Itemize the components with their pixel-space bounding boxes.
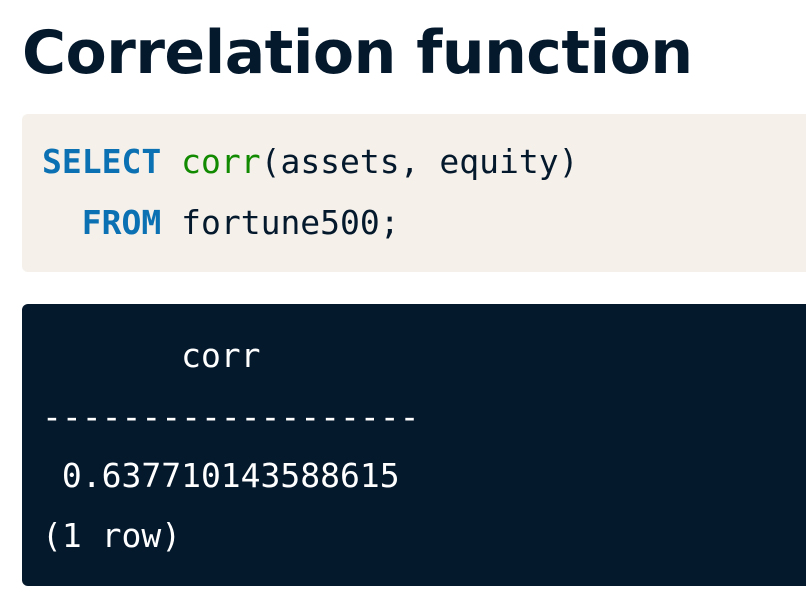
sql-function-corr: corr — [181, 142, 261, 181]
sql-keyword-from: FROM — [81, 203, 162, 242]
sql-function-args: (assets, equity) — [260, 142, 579, 181]
output-value: 0.637710143588615 — [42, 456, 400, 495]
query-output-block: corr ------------------- 0.6377101435886… — [22, 304, 806, 586]
output-row-count: (1 row) — [42, 516, 182, 555]
code-line: FROM fortune500; — [42, 203, 400, 243]
code-line: SELECT corr(assets, equity) — [42, 142, 578, 182]
output-column-header: corr — [42, 336, 261, 375]
sql-table-name: fortune500; — [161, 203, 400, 242]
sql-keyword-select: SELECT — [42, 142, 162, 181]
sql-code-block: SELECT corr(assets, equity) FROM fortune… — [22, 114, 806, 272]
output-separator: ------------------- — [42, 397, 420, 436]
page-title: Correlation function — [22, 18, 693, 88]
